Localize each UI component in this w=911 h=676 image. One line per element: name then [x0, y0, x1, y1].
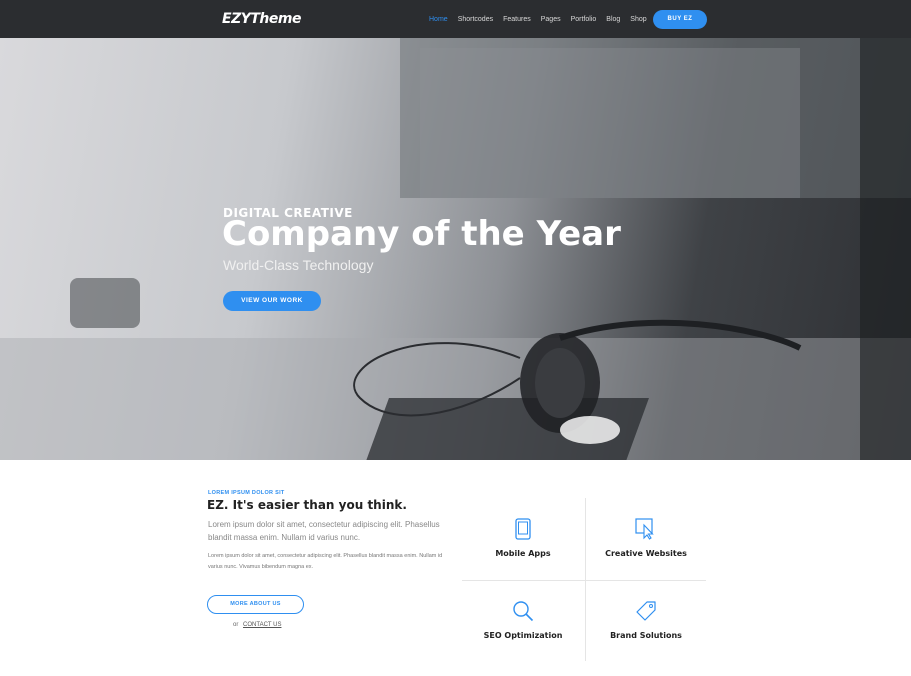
site-logo[interactable]: EZYTheme — [222, 11, 301, 27]
hero-subtitle: World-Class Technology — [223, 257, 374, 273]
nav-link-features[interactable]: Features — [503, 16, 531, 23]
service-label: SEO Optimization — [483, 631, 563, 640]
cursor-icon — [635, 518, 654, 540]
nav-link-shop[interactable]: Shop — [630, 16, 646, 23]
tablet-icon — [515, 518, 531, 540]
service-mobile-apps[interactable]: Mobile Apps — [462, 498, 584, 579]
hero-title: Company of the Year — [222, 214, 621, 254]
contact-us-link[interactable]: CONTACT US — [243, 622, 281, 628]
service-label: Mobile Apps — [495, 549, 551, 558]
top-navbar: EZYTheme Home Shortcodes Features Pages … — [0, 0, 911, 38]
view-our-work-button[interactable]: VIEW OUR WORK — [223, 291, 321, 311]
service-label: Brand Solutions — [610, 631, 682, 640]
services-grid: Mobile Apps Creative Websites SEO Optimi… — [462, 498, 706, 661]
hero-section: DIGITAL CREATIVE Company of the Year Wor… — [0, 38, 911, 460]
service-seo-optimization[interactable]: SEO Optimization — [462, 580, 584, 661]
service-creative-websites[interactable]: Creative Websites — [585, 498, 707, 579]
main-nav: Home Shortcodes Features Pages Portfolio… — [424, 0, 652, 38]
tag-icon — [636, 601, 656, 621]
nav-link-portfolio[interactable]: Portfolio — [571, 16, 597, 23]
service-label: Creative Websites — [605, 549, 687, 558]
about-body-text: Lorem ipsum dolor sit amet, consectetur … — [208, 553, 443, 570]
nav-link-blog[interactable]: Blog — [606, 16, 620, 23]
contact-row: or CONTACT US — [233, 622, 281, 628]
about-lead-text: Lorem ipsum dolor sit amet, consectetur … — [208, 520, 440, 542]
about-title: EZ. It's easier than you think. — [207, 498, 407, 512]
buy-button[interactable]: BUY EZ — [653, 10, 707, 29]
service-brand-solutions[interactable]: Brand Solutions — [585, 580, 707, 661]
more-about-us-button[interactable]: MORE ABOUT US — [207, 595, 304, 614]
nav-link-home[interactable]: Home — [429, 16, 448, 23]
nav-link-pages[interactable]: Pages — [541, 16, 561, 23]
or-text: or — [233, 622, 239, 628]
nav-link-shortcodes[interactable]: Shortcodes — [458, 16, 493, 23]
about-kicker: LOREM IPSUM DOLOR SIT — [208, 490, 285, 496]
search-icon — [513, 601, 534, 622]
